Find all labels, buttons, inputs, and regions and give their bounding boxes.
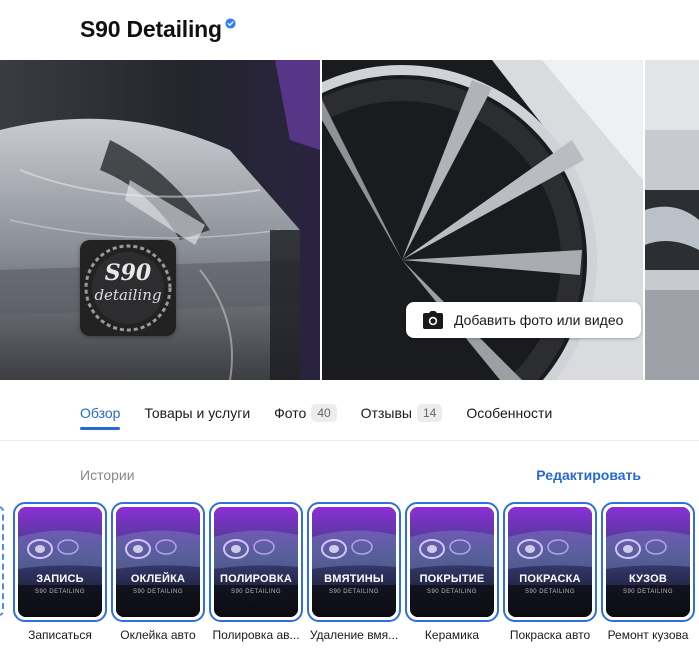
tab-label: Обзор	[80, 405, 121, 421]
story-title: ОКЛЕЙКА	[130, 573, 186, 585]
story-cover-image	[508, 507, 592, 617]
story-item[interactable]: ПОЛИРОВКА S90 DETAILING Полировка ав...	[209, 502, 303, 642]
tab-label: Особенности	[466, 405, 553, 421]
tab-label: Товары и услуги	[144, 405, 251, 421]
story-title: ПОЛИРОВКА	[220, 573, 292, 585]
story-cover-image	[116, 507, 200, 617]
story-brand: S90 DETAILING	[524, 589, 576, 595]
story-caption: Удаление вмя...	[309, 628, 399, 642]
story-brand: S90 DETAILING	[230, 589, 282, 595]
story-item[interactable]: КУЗОВ S90 DETAILING Ремонт кузова	[601, 502, 695, 642]
story-cover: КУЗОВ S90 DETAILING	[606, 507, 690, 617]
story-item[interactable]: ПОКРЫТИЕ S90 DETAILING Керамика	[405, 502, 499, 642]
tab-reviews[interactable]: Отзывы 14	[361, 398, 443, 428]
story-caption: Записаться	[28, 628, 92, 642]
stories-carousel[interactable]: ЗАПИСЬ S90 DETAILING Записаться ОКЛЕЙКА S90 …	[0, 502, 699, 652]
story-cover-image	[214, 507, 298, 617]
story-caption: Оклейка авто	[120, 628, 196, 642]
story-caption: Ремонт кузова	[607, 628, 689, 642]
tabs-divider	[0, 440, 699, 441]
story-brand: S90 DETAILING	[426, 589, 478, 595]
story-cover: ПОЛИРОВКА S90 DETAILING	[214, 507, 298, 617]
gallery-photo-headlight[interactable]	[645, 60, 699, 380]
add-photo-label: Добавить фото или видео	[454, 312, 624, 328]
story-title: КУЗОВ	[628, 573, 668, 585]
logo-text-bottom: detailing	[94, 286, 162, 304]
story-cover: ПОКРАСКА S90 DETAILING	[508, 507, 592, 617]
story-brand: S90 DETAILING	[622, 589, 674, 595]
story-card[interactable]: ВМЯТИНЫ S90 DETAILING	[307, 502, 401, 622]
story-cover-image	[312, 507, 396, 617]
business-tabs: Обзор Товары и услуги Фото 40 Отзывы 14 …	[80, 398, 576, 430]
tab-overview[interactable]: Обзор	[80, 398, 121, 430]
story-card[interactable]: ПОКРЫТИЕ S90 DETAILING	[405, 502, 499, 622]
story-caption: Керамика	[424, 628, 480, 642]
business-title-row: S90 Detailing	[80, 16, 236, 43]
business-title: S90 Detailing	[80, 16, 222, 42]
stories-heading: Истории	[80, 467, 135, 483]
story-title: ПОКРЫТИЕ	[419, 573, 485, 585]
count-badge: 14	[416, 404, 443, 422]
story-title: ПОКРАСКА	[519, 573, 581, 585]
story-item[interactable]: ОКЛЕЙКА S90 DETAILING Оклейка авто	[111, 502, 205, 642]
story-brand: S90 DETAILING	[34, 589, 86, 595]
tab-features[interactable]: Особенности	[466, 398, 552, 428]
story-brand: S90 DETAILING	[132, 589, 184, 595]
story-cover-image	[410, 507, 494, 617]
story-caption: Покраска авто	[509, 628, 591, 642]
business-logo: S90 detailing	[80, 240, 176, 336]
tab-label: Фото	[274, 405, 307, 421]
story-item[interactable]: ЗАПИСЬ S90 DETAILING Записаться	[13, 502, 107, 642]
story-card[interactable]: ЗАПИСЬ S90 DETAILING	[13, 502, 107, 622]
logo-text-top: S90	[104, 260, 152, 286]
story-cover-image	[606, 507, 690, 617]
story-cover: ОКЛЕЙКА S90 DETAILING	[116, 507, 200, 617]
story-card[interactable]: ОКЛЕЙКА S90 DETAILING	[111, 502, 205, 622]
story-card[interactable]: ПОКРАСКА S90 DETAILING	[503, 502, 597, 622]
tab-goods-services[interactable]: Товары и услуги	[144, 398, 250, 428]
story-item[interactable]: ВМЯТИНЫ S90 DETAILING Удаление вмя...	[307, 502, 401, 642]
edit-stories-button[interactable]: Редактировать	[536, 467, 641, 483]
story-brand: S90 DETAILING	[328, 589, 380, 595]
count-badge: 40	[311, 404, 337, 422]
add-photo-button[interactable]: Добавить фото или видео	[406, 302, 641, 338]
tab-label: Отзывы	[360, 405, 412, 421]
camera-icon	[423, 311, 443, 329]
story-title: ВМЯТИНЫ	[324, 573, 384, 585]
story-card[interactable]: КУЗОВ S90 DETAILING	[601, 502, 695, 622]
story-cover: ВМЯТИНЫ S90 DETAILING	[312, 507, 396, 617]
story-cover-image	[18, 507, 102, 617]
story-partial-card[interactable]	[0, 506, 4, 616]
story-title: ЗАПИСЬ	[36, 573, 84, 585]
story-cover: ПОКРЫТИЕ S90 DETAILING	[410, 507, 494, 617]
tab-photos[interactable]: Фото 40	[274, 398, 337, 428]
verified-icon	[225, 18, 236, 29]
story-item[interactable]: ПОКРАСКА S90 DETAILING Покраска авто	[503, 502, 597, 642]
story-card[interactable]: ПОЛИРОВКА S90 DETAILING	[209, 502, 303, 622]
story-caption: Полировка ав...	[212, 628, 300, 642]
story-cover: ЗАПИСЬ S90 DETAILING	[18, 507, 102, 617]
photo-gallery[interactable]: S90 detailing Добавить фото или видео	[0, 60, 699, 380]
